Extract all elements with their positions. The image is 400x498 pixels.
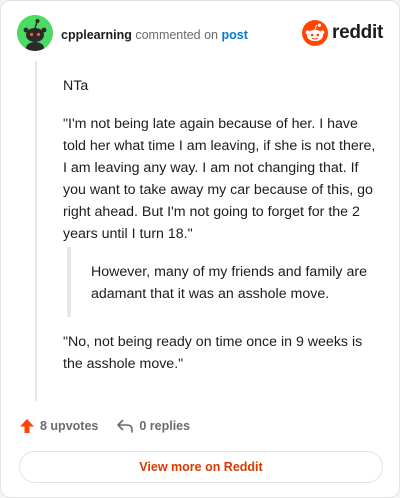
reply-count: 0 replies [139,419,191,433]
upvote-button[interactable]: 8 upvotes [19,418,98,434]
upvote-arrow-icon [20,419,34,433]
reddit-logo[interactable]: reddit [302,19,383,47]
thread-line [35,61,37,401]
reply-arrow-icon [117,419,134,433]
reddit-snoo-icon [302,20,329,46]
reddit-comment-embed: cpplearning commented on post reddit NTa… [0,0,400,498]
comment-footer: 8 upvotes 0 replies [19,415,190,437]
comment-header: cpplearning commented on post reddit [17,15,383,53]
snoo-avatar-icon [17,15,53,51]
post-link[interactable]: post [222,28,248,42]
paragraph-2: "I'm not being late again because of her… [63,116,376,242]
upvote-count: 8 upvotes [40,419,99,433]
action-text: commented on [135,28,219,42]
reply-button[interactable]: 0 replies [116,418,190,434]
comment-meta: cpplearning commented on post [61,27,248,43]
username-link[interactable]: cpplearning [61,28,132,42]
blockquote: However, many of my friends and family a… [67,247,383,317]
paragraph-3: "No, not being ready on time once in 9 w… [63,334,363,372]
brand-name: reddit [332,22,383,43]
view-more-button[interactable]: View more on Reddit [19,451,383,483]
avatar[interactable] [17,15,53,51]
paragraph-1: NTa [63,78,89,94]
quote-text: However, many of my friends and family a… [91,264,367,302]
